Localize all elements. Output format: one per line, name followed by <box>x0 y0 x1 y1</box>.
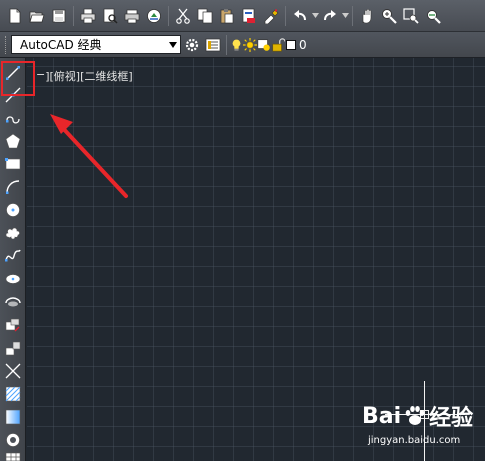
paw-icon <box>405 406 425 425</box>
viewport-menu[interactable]: − <box>36 68 45 84</box>
copy-icon[interactable] <box>194 5 216 27</box>
zoom-realtime-icon[interactable] <box>378 5 400 27</box>
spline-icon[interactable] <box>3 246 23 266</box>
new-icon[interactable] <box>4 5 26 27</box>
toolbar-separator <box>285 5 286 26</box>
ellipse-arc-icon[interactable] <box>3 292 23 312</box>
point-icon[interactable] <box>3 361 23 381</box>
region-icon[interactable] <box>3 430 23 450</box>
3d-print-icon[interactable] <box>143 5 165 27</box>
ellipse-icon[interactable] <box>3 269 23 289</box>
workspace-dropdown-value: AutoCAD 经典 <box>20 38 102 52</box>
paste-icon[interactable] <box>216 5 238 27</box>
layer-unlock-icon[interactable] <box>271 34 285 56</box>
toolbar-separator <box>226 34 227 55</box>
zoom-window-icon[interactable] <box>400 5 422 27</box>
layer-thaw-sun-icon[interactable] <box>243 34 257 56</box>
insert-block-icon[interactable] <box>3 315 23 335</box>
viewport-controls: − ][俯视] [二维线框] <box>36 68 133 84</box>
layer-color-swatch-icon[interactable] <box>285 34 297 56</box>
current-layer-name[interactable]: 0 <box>299 38 307 52</box>
undo-icon[interactable] <box>289 5 311 27</box>
toolbar-separator <box>352 5 353 26</box>
hatch-icon[interactable] <box>3 384 23 404</box>
zoom-previous-icon[interactable] <box>422 5 444 27</box>
plot-preview-icon[interactable] <box>99 5 121 27</box>
toolbar-grip[interactable] <box>5 35 8 54</box>
standard-toolbar <box>0 0 485 32</box>
draw-toolbar <box>0 58 26 461</box>
polyline-icon[interactable] <box>3 108 23 128</box>
layer-properties-icon[interactable] <box>202 34 223 56</box>
revision-cloud-icon[interactable] <box>3 223 23 243</box>
toolbar-separator <box>168 5 169 26</box>
pan-icon[interactable] <box>356 5 378 27</box>
watermark-url: jingyan.baidu.com <box>368 435 461 446</box>
toolbar-separator <box>73 5 74 26</box>
make-block-icon[interactable] <box>3 338 23 358</box>
rectangle-icon[interactable] <box>3 154 23 174</box>
publish-icon[interactable] <box>121 5 143 27</box>
workspace-toolbar: AutoCAD 经典 0 <box>0 32 485 58</box>
table-icon[interactable] <box>3 450 23 461</box>
view-cube-menu[interactable]: ][俯视] <box>45 68 80 84</box>
layer-on-bulb-icon[interactable] <box>230 34 243 56</box>
workspace-dropdown[interactable]: AutoCAD 经典 <box>11 35 181 54</box>
undo-dropdown-icon[interactable] <box>311 5 319 27</box>
match-properties-icon[interactable] <box>260 5 282 27</box>
paste-special-icon[interactable] <box>238 5 260 27</box>
chevron-down-icon <box>169 41 177 48</box>
watermark-logo: Bai 经验 <box>362 403 474 432</box>
polygon-icon[interactable] <box>3 131 23 151</box>
open-icon[interactable] <box>26 5 48 27</box>
redo-icon[interactable] <box>319 5 341 27</box>
arc-icon[interactable] <box>3 177 23 197</box>
workspace-settings-icon[interactable] <box>181 34 202 56</box>
save-icon[interactable] <box>48 5 70 27</box>
circle-icon[interactable] <box>3 200 23 220</box>
redo-dropdown-icon[interactable] <box>341 5 349 27</box>
baidu-jingyan-watermark: Bai 经验 jingyan.baidu.com <box>362 396 482 458</box>
cut-icon[interactable] <box>172 5 194 27</box>
layer-viewport-freeze-icon[interactable] <box>257 34 271 56</box>
print-icon[interactable] <box>77 5 99 27</box>
visual-style-menu[interactable]: [二维线框] <box>80 68 133 84</box>
gradient-icon[interactable] <box>3 407 23 427</box>
highlight-box <box>1 61 35 96</box>
